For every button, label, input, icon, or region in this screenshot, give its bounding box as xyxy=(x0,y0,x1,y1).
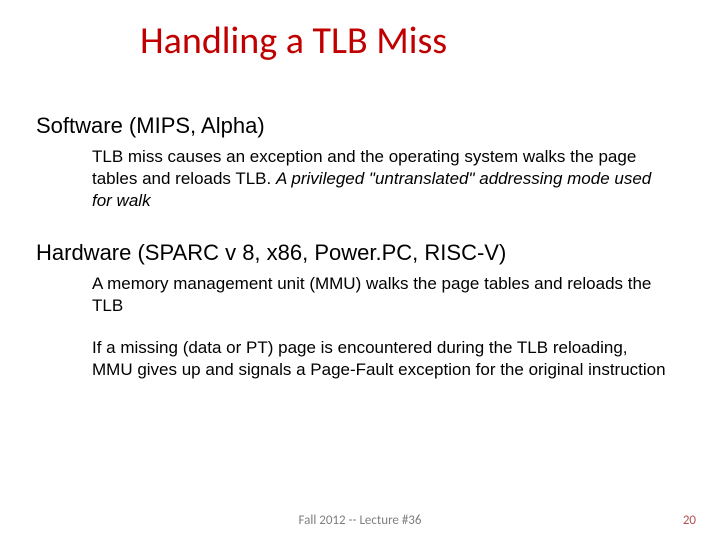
section-heading-hardware: Hardware (SPARC v 8, x86, Power.PC, RISC… xyxy=(36,240,506,266)
slide-title: Handling a TLB Miss xyxy=(140,18,447,64)
section-heading-software: Software (MIPS, Alpha) xyxy=(36,113,265,139)
slide: Handling a TLB Miss Software (MIPS, Alph… xyxy=(0,0,720,540)
section-body-hardware-1: A memory management unit (MMU) walks the… xyxy=(92,273,666,317)
section-body-hardware-2: If a missing (data or PT) page is encoun… xyxy=(92,337,666,381)
section-body-software: TLB miss causes an exception and the ope… xyxy=(92,146,666,212)
footer-page-number: 20 xyxy=(683,513,696,528)
footer-center: Fall 2012 -- Lecture #36 xyxy=(0,513,720,528)
